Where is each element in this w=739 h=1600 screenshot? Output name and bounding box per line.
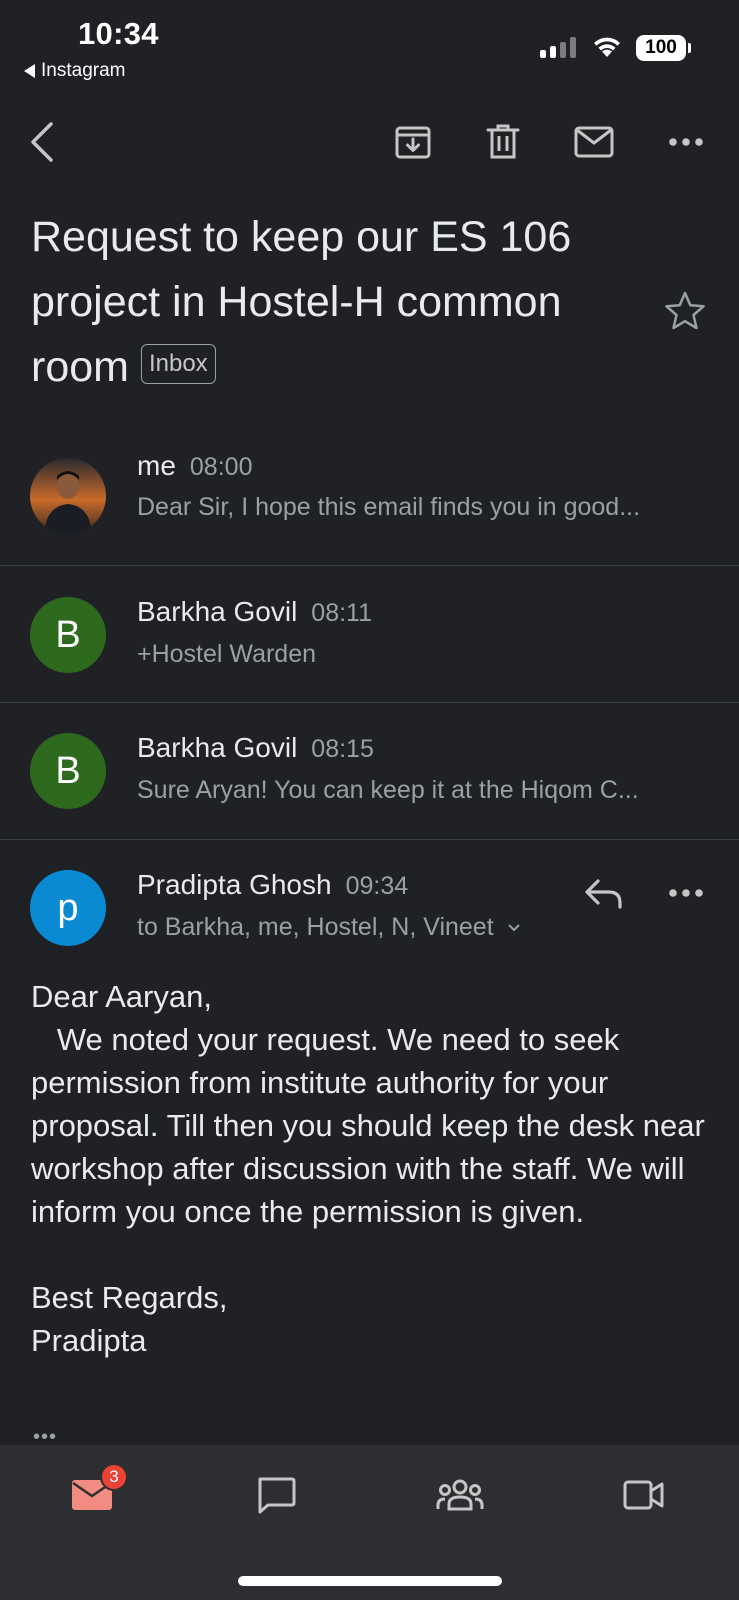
message-time: 08:15 bbox=[311, 735, 374, 763]
reply-icon[interactable] bbox=[582, 872, 626, 916]
avatar: B bbox=[30, 597, 106, 673]
mark-unread-mail-icon[interactable] bbox=[570, 118, 618, 166]
signature: Pradipta bbox=[31, 1323, 147, 1358]
avatar: p bbox=[30, 870, 106, 946]
avatar: B bbox=[30, 733, 106, 809]
message-time: 09:34 bbox=[345, 872, 409, 900]
message-snippet: Dear Sir, I hope this email finds you in… bbox=[137, 493, 641, 521]
nav-meet[interactable] bbox=[616, 1470, 672, 1520]
message-sender: Barkha Govil 08:11 bbox=[137, 596, 373, 627]
back-arrow-icon[interactable] bbox=[18, 118, 66, 166]
star-icon[interactable] bbox=[664, 290, 706, 332]
nav-chat[interactable] bbox=[248, 1470, 304, 1520]
trash-icon[interactable] bbox=[479, 118, 527, 166]
expanded-message-header[interactable]: p Pradipta Ghosh 09:34 to Barkha, me, Hos… bbox=[0, 840, 739, 950]
meet-video-icon bbox=[623, 1480, 664, 1510]
greeting: Dear Aaryan, bbox=[31, 979, 212, 1014]
nav-spaces[interactable] bbox=[432, 1470, 488, 1520]
subject-text: Request to keep our ES 106 project in Ho… bbox=[31, 213, 572, 391]
message-body: Dear Aaryan, We noted your request. We n… bbox=[31, 975, 721, 1362]
recipients-toggle[interactable]: to Barkha, me, Hostel, N, Vineet bbox=[137, 913, 697, 942]
avatar bbox=[30, 458, 106, 534]
inbox-label-chip[interactable]: Inbox bbox=[140, 343, 216, 384]
back-triangle-icon bbox=[24, 64, 35, 78]
mail-unread-badge: 3 bbox=[100, 1463, 128, 1491]
status-time: 10:34 bbox=[78, 16, 159, 51]
message-sender: Pradipta Ghosh 09:34 bbox=[137, 869, 409, 900]
signoff: Best Regards, bbox=[31, 1280, 228, 1315]
archive-icon[interactable] bbox=[389, 118, 437, 166]
battery-indicator: 100 bbox=[636, 35, 686, 61]
message-time: 08:00 bbox=[189, 453, 253, 481]
message-row[interactable]: B Barkha Govil 08:11 +Hostel Warden bbox=[0, 566, 739, 702]
message-row[interactable]: me 08:00 Dear Sir, I hope this email find… bbox=[0, 440, 739, 565]
message-sender: Barkha Govil 08:15 bbox=[137, 732, 374, 763]
cellular-signal-icon bbox=[540, 36, 576, 58]
message-more-icon[interactable] bbox=[666, 873, 706, 913]
message-sender: me 08:00 bbox=[137, 450, 253, 481]
more-options-icon[interactable] bbox=[662, 118, 710, 166]
wifi-icon bbox=[594, 37, 620, 57]
chat-icon bbox=[258, 1477, 296, 1514]
body-paragraph: We noted your request. We need to seek p… bbox=[31, 1022, 714, 1229]
email-subject: Request to keep our ES 106 project in Ho… bbox=[31, 205, 651, 400]
battery-tip bbox=[688, 43, 691, 53]
home-indicator[interactable] bbox=[238, 1576, 502, 1586]
message-row[interactable]: B Barkha Govil 08:15 Sure Aryan! You can … bbox=[0, 703, 739, 839]
status-bar: 10:34 Instagram 100 bbox=[0, 0, 739, 92]
chevron-down-icon bbox=[507, 924, 520, 932]
message-snippet: Sure Aryan! You can keep it at the Hiqom… bbox=[137, 776, 639, 804]
message-time: 08:11 bbox=[311, 599, 373, 627]
back-app-label: Instagram bbox=[41, 60, 126, 81]
message-snippet: +Hostel Warden bbox=[137, 640, 317, 668]
spaces-icon bbox=[436, 1479, 484, 1511]
back-to-app-link[interactable]: Instagram bbox=[24, 60, 125, 82]
